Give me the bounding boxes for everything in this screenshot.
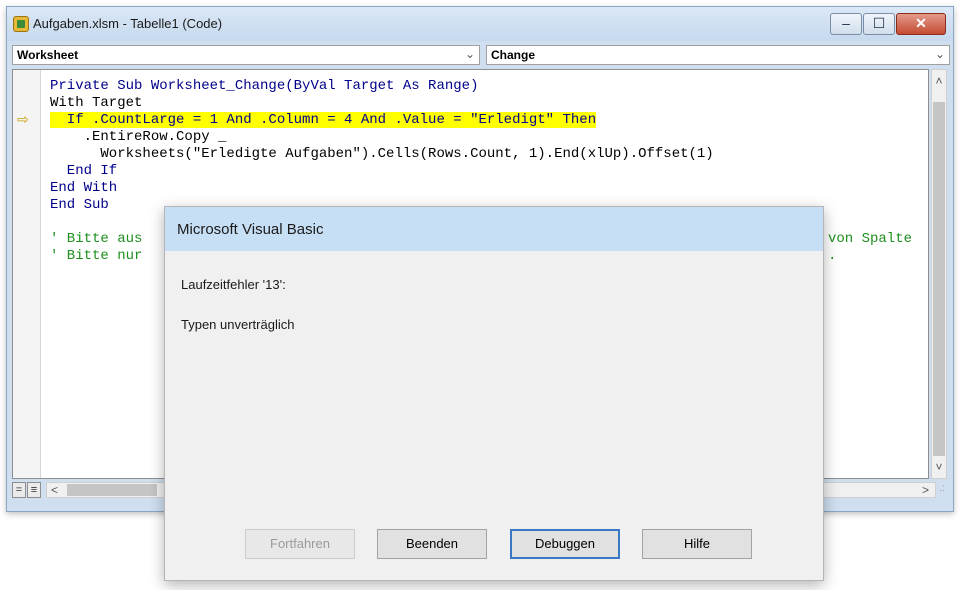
horizontal-scroll-thumb[interactable] [67, 484, 157, 496]
debug-button[interactable]: Debuggen [510, 529, 620, 559]
code-line: End With [50, 180, 118, 196]
close-button[interactable]: ✕ [896, 13, 946, 35]
runtime-error-dialog: Microsoft Visual Basic Laufzeitfehler '1… [164, 206, 824, 581]
scroll-left-icon[interactable]: < [51, 483, 58, 497]
chevron-down-icon[interactable]: ⌄ [935, 47, 945, 61]
maximize-button[interactable]: ☐ [863, 13, 895, 35]
error-description-text: Typen unverträglich [181, 317, 295, 332]
comment-line-tail: . [828, 248, 837, 264]
scroll-right-icon[interactable]: > [922, 483, 929, 497]
comment-line: ' Bitte nur [50, 248, 143, 264]
procedure-view-button[interactable]: = [12, 482, 26, 498]
code-line: Worksheets("Erledigte Aufgaben").Cells(R… [50, 146, 714, 162]
minimize-button[interactable]: – [830, 13, 862, 35]
title-bar: Aufgaben.xlsm - Tabelle1 (Code) – ☐ ✕ [7, 7, 953, 41]
code-dropdowns: Worksheet ⌄ Change ⌄ [12, 45, 950, 65]
code-line: End If [50, 163, 118, 179]
end-button[interactable]: Beenden [377, 529, 487, 559]
execution-arrow-icon: ⇨ [17, 111, 29, 127]
dialog-title-bar: Microsoft Visual Basic [165, 207, 823, 251]
error-code-text: Laufzeitfehler '13': [181, 277, 286, 292]
window-title: Aufgaben.xlsm - Tabelle1 (Code) [33, 16, 223, 31]
vertical-scroll-thumb[interactable] [933, 102, 945, 456]
procedure-dropdown[interactable]: Change ⌄ [486, 45, 950, 65]
continue-button: Fortfahren [245, 529, 355, 559]
resize-grip-icon[interactable]: .: [939, 483, 945, 494]
comment-line-tail: von Spalte [828, 231, 913, 247]
scroll-down-icon[interactable]: ˅ [933, 460, 945, 474]
code-line: With Target [50, 95, 143, 111]
object-dropdown[interactable]: Worksheet ⌄ [12, 45, 480, 65]
chevron-down-icon[interactable]: ⌄ [465, 47, 475, 61]
dialog-title: Microsoft Visual Basic [177, 221, 324, 238]
help-button[interactable]: Hilfe [642, 529, 752, 559]
procedure-dropdown-value: Change [491, 48, 536, 62]
object-dropdown-value: Worksheet [17, 48, 79, 62]
code-line: .EntireRow.Copy _ [50, 129, 227, 145]
comment-line: ' Bitte aus [50, 231, 143, 247]
highlighted-code-line: If .CountLarge = 1 And .Column = 4 And .… [50, 112, 597, 128]
vertical-scrollbar[interactable]: ˄ ˅ [931, 69, 947, 479]
excel-app-icon [13, 16, 29, 32]
scroll-up-icon[interactable]: ˄ [933, 74, 945, 88]
margin-indicator-bar[interactable]: ⇨ [13, 70, 41, 478]
code-line: End Sub [50, 197, 109, 213]
full-module-view-button[interactable]: ≡ [27, 482, 41, 498]
code-line: Private Sub Worksheet_Change(ByVal Targe… [50, 78, 479, 94]
